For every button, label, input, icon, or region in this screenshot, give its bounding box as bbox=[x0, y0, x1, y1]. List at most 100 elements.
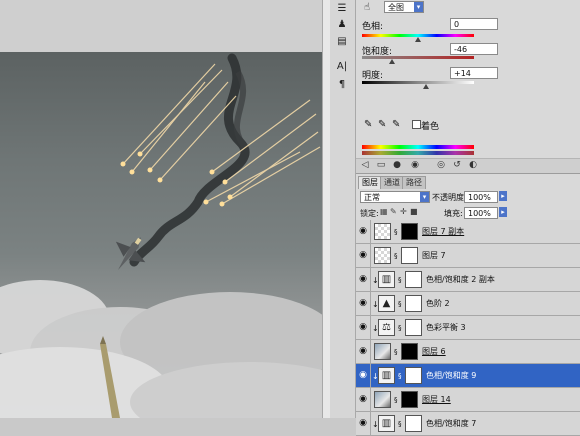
layer-thumbnail[interactable] bbox=[374, 391, 391, 408]
clip-to-layer-icon[interactable]: ● bbox=[392, 160, 402, 170]
eye-icon[interactable]: ◉ bbox=[358, 274, 368, 284]
layer-name[interactable]: 色彩平衡 3 bbox=[426, 322, 466, 334]
layer-mask-thumbnail[interactable] bbox=[401, 223, 418, 240]
layer-name[interactable]: 色相/饱和度 2 副本 bbox=[426, 274, 495, 286]
panel-icon-strip: ☰ ♟ ▤ A| ¶ bbox=[330, 0, 356, 418]
eye-icon[interactable]: ◉ bbox=[358, 322, 368, 332]
tab-channels[interactable]: 通道 bbox=[380, 176, 404, 189]
canvas-background bbox=[0, 0, 322, 52]
layer-row[interactable]: ◉ ↓ ▥ § 色相/饱和度 7 bbox=[356, 412, 580, 436]
layer-mask-thumbnail[interactable] bbox=[401, 247, 418, 264]
link-icon[interactable]: § bbox=[398, 277, 403, 284]
lock-pixels-icon[interactable]: ✎ bbox=[390, 207, 397, 216]
document-canvas[interactable] bbox=[0, 52, 322, 418]
layer-mask-thumbnail[interactable] bbox=[405, 295, 422, 312]
lightness-label: 明度: bbox=[362, 71, 384, 81]
canvas-vertical-scrollbar[interactable] bbox=[322, 0, 330, 418]
layer-name[interactable]: 色相/饱和度 9 bbox=[426, 370, 476, 382]
layer-mask-thumbnail[interactable] bbox=[401, 343, 418, 360]
expand-view-icon[interactable]: ▭ bbox=[376, 160, 386, 170]
channel-mixer-icon[interactable]: ♟ bbox=[334, 18, 350, 32]
layer-comps-icon[interactable]: ▤ bbox=[334, 35, 350, 49]
layer-thumbnail[interactable]: ▥ bbox=[378, 271, 395, 288]
saturation-slider-track[interactable] bbox=[362, 56, 474, 59]
layer-name[interactable]: 图层 14 bbox=[422, 394, 451, 406]
link-icon[interactable]: § bbox=[394, 349, 399, 356]
layer-mask-thumbnail[interactable] bbox=[401, 391, 418, 408]
preset-select[interactable]: 全图 ▾ bbox=[384, 1, 424, 13]
layer-mask-thumbnail[interactable] bbox=[405, 319, 422, 336]
layer-thumbnail[interactable] bbox=[374, 247, 391, 264]
layer-mask-thumbnail[interactable] bbox=[405, 271, 422, 288]
eyedropper-icon[interactable]: ✎ bbox=[364, 119, 372, 130]
colorize-label: 着色 bbox=[421, 122, 440, 132]
chevron-down-icon: ▾ bbox=[420, 192, 429, 202]
lightness-slider-thumb[interactable] bbox=[422, 84, 429, 89]
link-icon[interactable]: § bbox=[398, 421, 403, 428]
link-icon[interactable]: § bbox=[394, 253, 399, 260]
reset-icon[interactable]: ↺ bbox=[452, 160, 462, 170]
paragraph-icon[interactable]: ¶ bbox=[334, 78, 350, 92]
lock-all-icon[interactable]: ■ bbox=[410, 207, 418, 216]
saturation-slider-thumb[interactable] bbox=[389, 59, 396, 64]
layer-row[interactable]: ◉ ↓ ▲ § 色阶 2 bbox=[356, 292, 580, 316]
view-previous-icon[interactable]: ◎ bbox=[436, 160, 446, 170]
opacity-arrow-icon[interactable]: ▸ bbox=[499, 191, 507, 201]
tab-layers[interactable]: 图层 bbox=[358, 176, 382, 189]
visibility-divider bbox=[370, 364, 371, 388]
eye-icon[interactable]: ◉ bbox=[358, 250, 368, 260]
layer-name[interactable]: 色相/饱和度 7 bbox=[426, 418, 476, 430]
link-icon[interactable]: § bbox=[398, 373, 403, 380]
layer-name[interactable]: 色阶 2 bbox=[426, 298, 450, 310]
hand-adjust-icon[interactable]: ☝ bbox=[364, 2, 370, 13]
fill-arrow-icon[interactable]: ▸ bbox=[499, 207, 507, 217]
saturation-input[interactable]: -46 bbox=[450, 43, 498, 55]
hue-input[interactable]: 0 bbox=[450, 18, 498, 30]
colorize-checkbox[interactable] bbox=[412, 120, 421, 129]
layer-thumbnail[interactable] bbox=[374, 223, 391, 240]
layer-name[interactable]: 图层 6 bbox=[422, 346, 446, 358]
layer-thumbnail[interactable]: ▲ bbox=[378, 295, 395, 312]
layer-row[interactable]: ◉ § 图层 7 bbox=[356, 244, 580, 268]
layer-thumbnail[interactable]: ⚖ bbox=[378, 319, 395, 336]
eyedropper-minus-icon[interactable]: ✎ bbox=[392, 119, 400, 130]
eye-icon[interactable]: ◉ bbox=[358, 226, 368, 236]
link-icon[interactable]: § bbox=[398, 301, 403, 308]
eye-icon[interactable]: ◉ bbox=[358, 370, 368, 380]
eye-icon[interactable]: ◉ bbox=[358, 298, 368, 308]
lightness-slider-track[interactable] bbox=[362, 81, 474, 84]
fill-input[interactable]: 100% bbox=[464, 207, 498, 219]
link-icon[interactable]: § bbox=[394, 397, 399, 404]
eye-icon[interactable]: ◉ bbox=[358, 418, 368, 428]
delete-adjustment-icon[interactable]: ◐ bbox=[468, 160, 478, 170]
layer-name[interactable]: 图层 7 bbox=[422, 250, 446, 262]
lock-position-icon[interactable]: ✛ bbox=[400, 207, 407, 216]
eye-icon[interactable]: ◉ bbox=[358, 394, 368, 404]
tab-paths[interactable]: 路径 bbox=[402, 176, 426, 189]
link-icon[interactable]: § bbox=[394, 229, 399, 236]
layer-row[interactable]: ◉ ↓ ⚖ § 色彩平衡 3 bbox=[356, 316, 580, 340]
layer-name[interactable]: 图层 7 副本 bbox=[422, 226, 464, 238]
fill-label: 填充: bbox=[444, 209, 463, 218]
character-icon[interactable]: A| bbox=[334, 60, 350, 74]
eye-icon[interactable]: ◉ bbox=[358, 346, 368, 356]
layer-thumbnail[interactable]: ▥ bbox=[378, 367, 395, 384]
adjustments-icon[interactable]: ☰ bbox=[334, 2, 350, 16]
opacity-input[interactable]: 100% bbox=[464, 191, 498, 203]
visibility-divider bbox=[370, 268, 371, 292]
blend-mode-select[interactable]: 正常 ▾ bbox=[360, 191, 430, 203]
back-arrow-icon[interactable]: ◁ bbox=[360, 160, 370, 170]
lightness-input[interactable]: +14 bbox=[450, 67, 498, 79]
layer-row[interactable]: ◉ ↓ ▥ § 色相/饱和度 2 副本 bbox=[356, 268, 580, 292]
visibility-toggle-icon[interactable]: ◉ bbox=[410, 160, 420, 170]
layer-row[interactable]: ◉ § 图层 14 bbox=[356, 388, 580, 412]
lock-transparent-icon[interactable]: ▦ bbox=[380, 207, 388, 216]
hue-slider-thumb[interactable] bbox=[415, 37, 421, 42]
layer-mask-thumbnail[interactable] bbox=[405, 367, 422, 384]
link-icon[interactable]: § bbox=[398, 325, 403, 332]
layer-row[interactable]: ◉ § 图层 6 bbox=[356, 340, 580, 364]
layer-row[interactable]: ◉ ↓ ▥ § 色相/饱和度 9 bbox=[356, 364, 580, 388]
eyedropper-plus-icon[interactable]: ✎ bbox=[378, 119, 386, 130]
layer-row[interactable]: ◉ § 图层 7 副本 bbox=[356, 220, 580, 244]
layer-thumbnail[interactable] bbox=[374, 343, 391, 360]
